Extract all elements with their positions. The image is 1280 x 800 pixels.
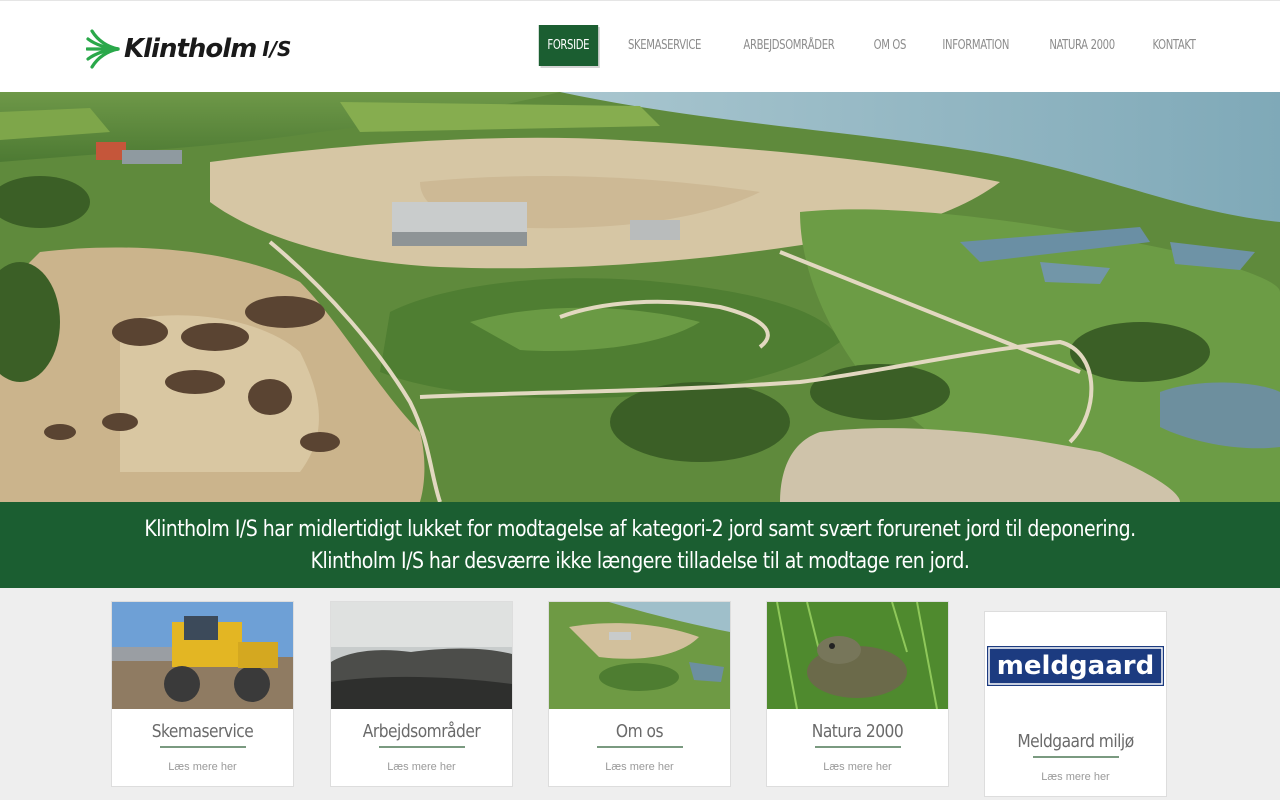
nav-item-skemaservice[interactable]: SKEMASERVICE xyxy=(619,25,709,66)
card-divider xyxy=(1032,756,1119,758)
card-divider xyxy=(814,746,901,748)
card-title: Skemaservice xyxy=(151,721,254,742)
closure-notice-banner: Klintholm I/S har midlertidigt lukket fo… xyxy=(0,502,1280,588)
klintholm-leaf-icon xyxy=(86,29,120,69)
site-logo[interactable]: Klintholm I/S xyxy=(86,27,291,71)
card-divider xyxy=(159,746,246,748)
feature-cards: Skemaservice Læs mere her Arbejdsområder… xyxy=(0,588,1280,800)
card-divider xyxy=(596,746,683,748)
card-read-more-link[interactable]: Læs mere her xyxy=(549,761,730,773)
meldgaard-logo: meldgaard xyxy=(987,646,1164,686)
card-read-more-link[interactable]: Læs mere her xyxy=(767,761,948,773)
card-title: Arbejdsområder xyxy=(362,721,481,742)
nav-item-natura-2000[interactable]: NATURA 2000 xyxy=(1041,25,1124,66)
card-title: Meldgaard miljø xyxy=(1017,731,1134,752)
card-image-compactor xyxy=(112,602,293,709)
card-read-more-link[interactable]: Læs mere her xyxy=(331,761,512,773)
nav-item-information[interactable]: INFORMATION xyxy=(934,25,1018,66)
card-image-meldgaard-logo: meldgaard xyxy=(985,612,1166,719)
card-natura-2000[interactable]: Natura 2000 Læs mere her xyxy=(766,601,949,787)
meldgaard-logo-text: meldgaard xyxy=(997,651,1154,681)
notice-line-1: Klintholm I/S har midlertidigt lukket fo… xyxy=(144,517,1136,542)
nav-item-om-os[interactable]: OM OS xyxy=(865,25,915,66)
logo-suffix: I/S xyxy=(262,37,292,61)
nav-item-kontakt[interactable]: KONTAKT xyxy=(1144,25,1204,66)
card-image-toad xyxy=(767,602,948,709)
card-meldgaard-miljo[interactable]: meldgaard Meldgaard miljø Læs mere her xyxy=(984,611,1167,797)
card-arbejdsomraader[interactable]: Arbejdsområder Læs mere her xyxy=(330,601,513,787)
card-image-aerial xyxy=(549,602,730,709)
nav-item-forside[interactable]: FORSIDE xyxy=(539,25,599,66)
logo-wordmark: Klintholm xyxy=(124,34,257,64)
card-image-soil-landscape xyxy=(331,602,512,709)
card-skemaservice[interactable]: Skemaservice Læs mere her xyxy=(111,601,294,787)
card-title: Natura 2000 xyxy=(811,721,904,742)
hero-aerial-image xyxy=(0,92,1280,502)
card-read-more-link[interactable]: Læs mere her xyxy=(985,771,1166,783)
card-read-more-link[interactable]: Læs mere her xyxy=(112,761,293,773)
main-nav: FORSIDE SKEMASERVICE ARBEJDSOMRÅDER OM O… xyxy=(525,25,1209,66)
card-divider xyxy=(378,746,465,748)
site-header: Klintholm I/S FORSIDE SKEMASERVICE ARBEJ… xyxy=(0,0,1280,92)
card-om-os[interactable]: Om os Læs mere her xyxy=(548,601,731,787)
notice-line-2: Klintholm I/S har desværre ikke længere … xyxy=(310,549,970,574)
card-title: Om os xyxy=(615,721,664,742)
nav-item-arbejdsomraader[interactable]: ARBEJDSOMRÅDER xyxy=(735,25,843,66)
